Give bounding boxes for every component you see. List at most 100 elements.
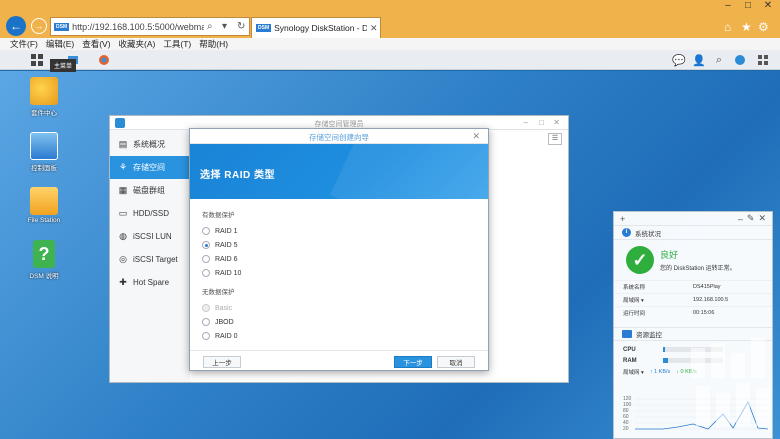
control-panel-label: 控制面板 [31, 165, 57, 172]
radio-raid10[interactable]: RAID 10 [202, 266, 478, 280]
hdd-icon: ▭ [118, 208, 128, 218]
minimize-icon[interactable]: – [738, 214, 743, 224]
storage-icon: ⚘ [118, 162, 128, 172]
system-health-title: 系统状况 [635, 230, 661, 238]
desktop-icon-file-station[interactable]: File Station [22, 187, 66, 224]
add-widget-icon[interactable]: + [620, 214, 625, 224]
desktop-icon-control-panel[interactable]: 控制面板 [22, 132, 66, 172]
radio-raid6[interactable]: RAID 6 [202, 252, 478, 266]
sidebar-item-hot-spare[interactable]: ✚ Hot Spare [110, 271, 190, 294]
package-center-icon [30, 77, 58, 105]
group-label-protected: 有数据保护 [202, 212, 235, 219]
search-icon[interactable]: ⌕ [207, 21, 219, 32]
radio-raid5[interactable]: RAID 5 [202, 238, 478, 252]
radio-button[interactable] [202, 227, 210, 235]
previous-button[interactable]: 上一步 [203, 356, 241, 368]
wizard-heading: 选择 RAID 类型 [200, 170, 275, 181]
radio-label: JBOD [215, 318, 234, 326]
wizard-title: 存储空间创建向导 [309, 133, 369, 142]
radio-raid1[interactable]: RAID 1 [202, 224, 478, 238]
sidebar-item-iscsi-lun[interactable]: ◍ iSCSI LUN [110, 225, 190, 248]
browser-tab[interactable]: DSM Synology DiskStation - D... ✕ [251, 17, 381, 38]
widgets-icon[interactable] [756, 53, 770, 67]
health-status: 良好 [660, 250, 679, 260]
widget-panel: + – ✎ ✕ i 系统状况 ✓ 良好 您的 DiskStation 运转正常。… [613, 211, 773, 439]
maximize-button[interactable]: □ [738, 0, 758, 11]
wizard-titlebar[interactable]: 存储空间创建向导 ✕ [190, 129, 488, 144]
window-close-icon[interactable]: ✕ [553, 118, 560, 127]
chat-icon[interactable]: 💬 [672, 53, 686, 67]
address-bar[interactable]: DSM http://192.168.100.5:5000/webman/ir … [50, 17, 250, 36]
sidebar-item-label: 存储空间 [133, 163, 165, 172]
package-center-taskbar-icon[interactable] [97, 53, 111, 67]
info-row[interactable]: 局域网 ▾ 192.168.100.5 [614, 293, 772, 306]
browser-menubar: 文件(F) 编辑(E) 查看(V) 收藏夹(A) 工具(T) 帮助(H) [0, 38, 780, 50]
menu-favorites[interactable]: 收藏夹(A) [119, 38, 156, 50]
info-row: 系统名称 DS415Play [614, 280, 772, 293]
health-status-block: ✓ 良好 您的 DiskStation 运转正常。 [614, 240, 772, 280]
close-icon[interactable]: ✕ [472, 131, 480, 142]
radio-basic: Basic [202, 301, 478, 315]
monitor-icon [622, 330, 632, 338]
settings-gear-icon[interactable]: ⚙ [758, 20, 769, 34]
radio-raid0[interactable]: RAID 0 [202, 329, 478, 343]
minimize-button[interactable]: – [718, 0, 738, 11]
radio-jbod[interactable]: JBOD [202, 315, 478, 329]
menu-help[interactable]: 帮助(H) [199, 38, 228, 50]
sidebar-item-volume[interactable]: ⚘ 存储空间 [110, 156, 190, 179]
close-window-button[interactable]: ✕ [758, 0, 778, 11]
back-button[interactable]: ← [6, 16, 26, 36]
refresh-icon[interactable]: ↻ [237, 21, 249, 32]
close-icon[interactable]: ✕ [758, 213, 766, 224]
file-station-label: File Station [27, 217, 61, 224]
radio-button[interactable] [202, 332, 210, 340]
main-menu-icon[interactable] [30, 53, 44, 67]
info-key: 局域网 ▾ [623, 298, 644, 304]
view-options-button[interactable]: ☰ [548, 133, 562, 145]
radio-button-selected[interactable] [202, 241, 210, 249]
radio-label: Basic [215, 304, 233, 312]
cancel-button[interactable]: 取消 [437, 356, 475, 368]
next-button[interactable]: 下一步 [394, 356, 432, 368]
user-icon[interactable]: 👤 [692, 53, 706, 67]
dropdown-icon[interactable]: ▾ [222, 21, 234, 32]
network-label[interactable]: 局域网 ▾ [623, 368, 644, 376]
sidebar-item-overview[interactable]: ▤ 系统概况 [110, 133, 190, 156]
url-text: http://192.168.100.5:5000/webman/ir [72, 21, 204, 32]
pin-icon[interactable]: ✎ [747, 213, 755, 224]
info-row: 运行时间 00:15:06 [614, 306, 772, 319]
window-maximize-icon[interactable]: □ [539, 118, 544, 127]
radio-label: RAID 0 [215, 332, 238, 340]
wizard-footer: 上一步 下一步 取消 [190, 350, 488, 370]
desktop-icon-dsm-help[interactable]: ? DSM 说明 [22, 240, 66, 280]
sidebar-item-disk-group[interactable]: ▦ 磁盘群组 [110, 179, 190, 202]
home-icon[interactable]: ⌂ [724, 20, 731, 34]
menu-file[interactable]: 文件(F) [10, 38, 38, 50]
radio-button[interactable] [202, 255, 210, 263]
favorites-star-icon[interactable]: ★ [741, 20, 752, 34]
network-graph: 120 100 80 60 40 20 [623, 394, 769, 434]
radio-button[interactable] [202, 318, 210, 326]
menu-edit[interactable]: 编辑(E) [46, 38, 74, 50]
radio-button[interactable] [202, 269, 210, 277]
pin-icon[interactable]: – [524, 118, 528, 127]
network-graph-line [635, 401, 769, 430]
dsm-tab-icon: DSM [256, 24, 272, 32]
forward-button[interactable]: → [31, 18, 47, 34]
menu-view[interactable]: 查看(V) [82, 38, 110, 50]
close-tab-icon[interactable]: ✕ [370, 23, 380, 34]
ram-meter [663, 358, 723, 363]
radio-button-disabled [202, 304, 210, 312]
cloud-icon[interactable] [733, 53, 747, 67]
menu-tools[interactable]: 工具(T) [163, 38, 191, 50]
radio-label: RAID 10 [215, 269, 242, 277]
ram-meter-fill [663, 358, 668, 363]
search-icon[interactable]: ⌕ [712, 53, 726, 67]
sidebar-item-label: Hot Spare [133, 278, 170, 287]
sidebar-item-iscsi-target[interactable]: ◎ iSCSI Target [110, 248, 190, 271]
desktop-icon-package-center[interactable]: 套件中心 [22, 77, 66, 117]
sidebar-item-label: HDD/SSD [133, 209, 170, 218]
tab-title: Synology DiskStation - D... [274, 23, 367, 33]
sidebar-item-label: iSCSI LUN [133, 232, 172, 241]
sidebar-item-hdd-ssd[interactable]: ▭ HDD/SSD [110, 202, 190, 225]
